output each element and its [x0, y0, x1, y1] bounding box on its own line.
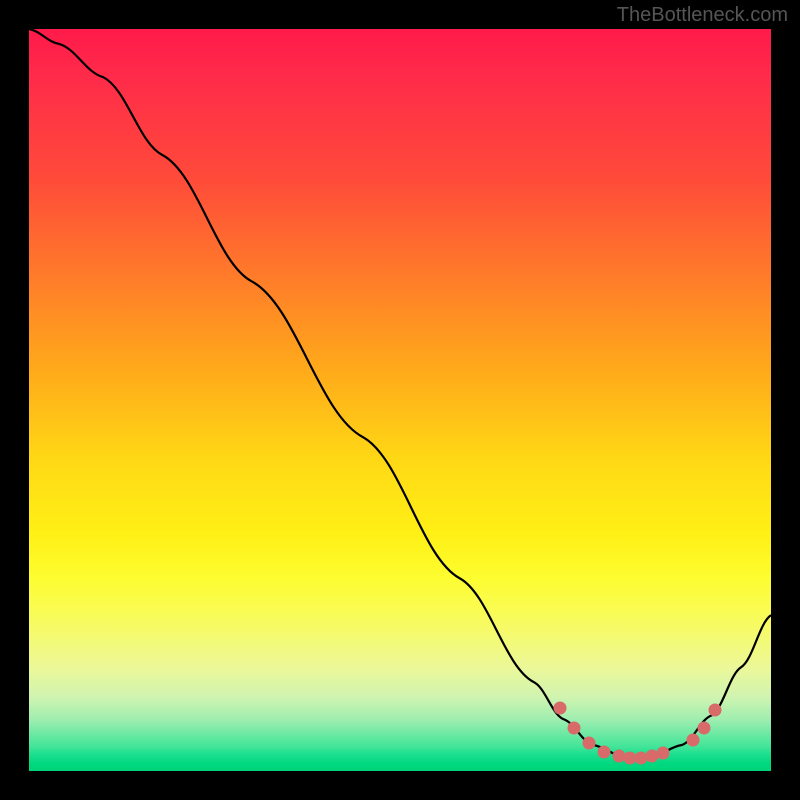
curve-line — [29, 29, 771, 771]
data-dot — [687, 733, 700, 746]
data-dot — [568, 721, 581, 734]
data-dot — [553, 701, 566, 714]
data-dot — [598, 746, 611, 759]
watermark-text: TheBottleneck.com — [617, 4, 788, 27]
data-dot — [698, 721, 711, 734]
plot-area — [29, 29, 771, 771]
data-dot — [657, 747, 670, 760]
data-dot — [709, 704, 722, 717]
data-dot — [583, 736, 596, 749]
